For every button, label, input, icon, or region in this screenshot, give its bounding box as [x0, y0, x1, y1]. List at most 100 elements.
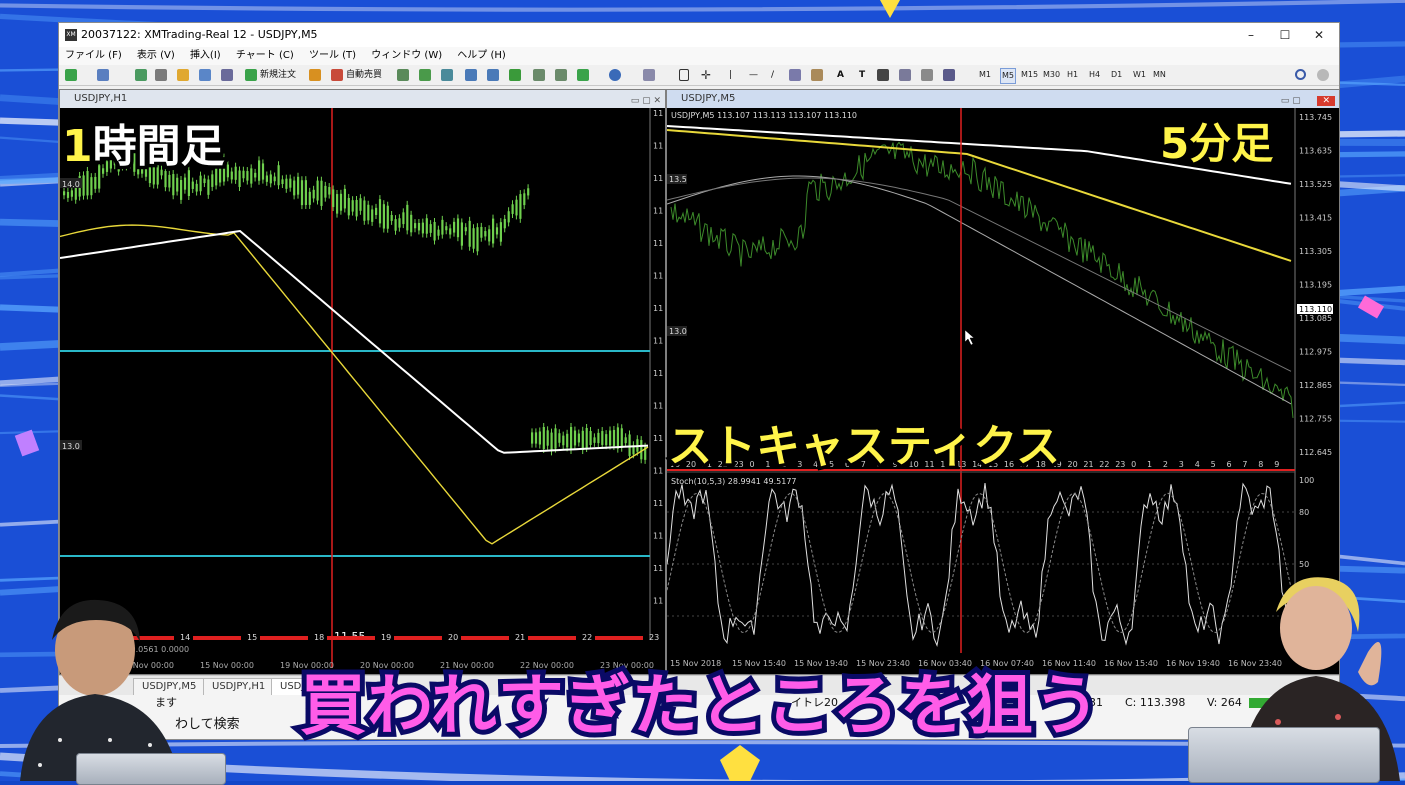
market-watch-icon[interactable]	[135, 69, 147, 81]
new-chart-icon[interactable]	[65, 69, 77, 81]
candle	[86, 170, 89, 196]
price-axis-label: 11	[653, 207, 663, 216]
price-tick: 113.525	[1299, 180, 1332, 189]
maximize-button[interactable]: ☐	[1269, 26, 1301, 44]
timeframe-m30[interactable]: M30	[1043, 68, 1060, 82]
candle	[246, 171, 249, 181]
cursor-icon[interactable]	[679, 69, 689, 81]
crosshair-icon[interactable]: ✛	[701, 69, 713, 81]
zoom-in-icon[interactable]	[465, 69, 477, 81]
hour-tick: 22	[1099, 460, 1109, 469]
status-close: C: 113.398	[1125, 696, 1186, 709]
candle	[320, 180, 323, 206]
tile-windows-icon[interactable]	[509, 69, 521, 81]
candle	[589, 431, 592, 445]
candle	[534, 432, 538, 444]
price-axis-label: 11	[653, 434, 663, 443]
candle	[507, 211, 510, 223]
timeframe-m5[interactable]: M5	[1000, 68, 1016, 84]
stochastic-label: Stoch(10,5,3) 28.9941 49.5177	[671, 477, 797, 486]
price-tick: 112.755	[1299, 415, 1332, 424]
candle	[620, 428, 623, 448]
minimize-button[interactable]: –	[1235, 26, 1267, 44]
candle	[187, 170, 190, 196]
chart-controls-m5[interactable]: ▭ ▢ ✕	[1281, 92, 1335, 106]
menu-tools[interactable]: ツール (T)	[309, 47, 356, 65]
line-chart-icon[interactable]	[441, 69, 453, 81]
candle	[472, 228, 475, 249]
indicators-icon[interactable]	[577, 69, 589, 81]
chart-close-icon[interactable]: ✕	[1317, 96, 1335, 106]
navigator-icon[interactable]	[177, 69, 189, 81]
price-axis-label: 11	[653, 142, 663, 151]
search-icon[interactable]	[1295, 69, 1306, 80]
hour-tick: 20	[1068, 460, 1078, 469]
price-axis-label: 11	[653, 402, 663, 411]
price-tick: 113.305	[1299, 247, 1332, 256]
timeframe-mn[interactable]: MN	[1153, 68, 1166, 82]
candle	[484, 231, 487, 237]
hour-tick: 8	[1258, 460, 1263, 469]
channel-tool-icon[interactable]	[789, 69, 801, 81]
chat-icon[interactable]	[1317, 69, 1329, 81]
rectangle-tool-icon[interactable]	[877, 69, 889, 81]
periods-icon[interactable]	[609, 69, 621, 81]
candle-chart-icon[interactable]	[419, 69, 431, 81]
chart-controls-h1[interactable]: ▭ ▢ ✕	[631, 92, 661, 106]
new-order-icon[interactable]	[245, 69, 257, 81]
candle	[90, 177, 93, 196]
price-axis-label: 11	[653, 467, 663, 476]
gann-tool-icon[interactable]	[899, 69, 911, 81]
auto-trade-icon[interactable]	[331, 69, 343, 81]
timeframe-m15[interactable]: M15	[1021, 68, 1038, 82]
vertical-line-tool[interactable]: |	[729, 68, 732, 82]
date-tick-bar	[528, 636, 576, 640]
candle	[433, 221, 436, 241]
timeframe-w1[interactable]: W1	[1133, 68, 1146, 82]
tester-icon[interactable]	[221, 69, 233, 81]
ohlc-readout: USDJPY,M5 113.107 113.113 113.107 113.11…	[671, 111, 857, 120]
autoscroll-icon[interactable]	[555, 69, 567, 81]
chart-title-bar-m5: USDJPY,M5 ▭ ▢ ✕	[667, 90, 1339, 108]
menu-insert[interactable]: 挿入(I)	[190, 47, 221, 65]
menu-file[interactable]: ファイル (F)	[65, 47, 122, 65]
candle	[70, 190, 73, 197]
zoom-out-icon[interactable]	[487, 69, 499, 81]
new-order-button[interactable]: 新規注文	[260, 68, 296, 82]
templates-icon[interactable]	[643, 69, 655, 81]
label-tool[interactable]: T	[859, 68, 865, 82]
menu-help[interactable]: ヘルプ (H)	[457, 47, 506, 65]
data-window-icon[interactable]	[155, 69, 167, 81]
candle	[456, 218, 460, 238]
candle	[449, 228, 452, 235]
terminal-icon[interactable]	[199, 69, 211, 81]
bar-chart-icon[interactable]	[397, 69, 409, 81]
candle	[417, 222, 421, 231]
menu-view[interactable]: 表示 (V)	[137, 47, 175, 65]
horizontal-line-tool[interactable]: —	[749, 68, 758, 82]
trendline-tool[interactable]: /	[771, 68, 774, 82]
candle	[324, 185, 327, 198]
auto-trade-button[interactable]: 自動売買	[346, 68, 382, 82]
text-tool[interactable]: A	[837, 68, 844, 82]
chart-shift-icon[interactable]	[533, 69, 545, 81]
timeframe-d1[interactable]: D1	[1111, 68, 1122, 82]
candle	[577, 433, 580, 443]
arrows-tool-icon[interactable]	[943, 69, 955, 81]
profiles-icon[interactable]	[97, 69, 109, 81]
menu-chart[interactable]: チャート (C)	[236, 47, 294, 65]
timeframe-h1[interactable]: H1	[1067, 68, 1078, 82]
shapes-tool-icon[interactable]	[921, 69, 933, 81]
tab-usdjpy-h1[interactable]: USDJPY,H1	[203, 678, 275, 696]
metaeditor-icon[interactable]	[309, 69, 321, 81]
close-button[interactable]: ✕	[1303, 26, 1335, 44]
timeframe-m1[interactable]: M1	[979, 68, 991, 82]
fibonacci-tool-icon[interactable]	[811, 69, 823, 81]
candle	[238, 170, 241, 187]
timeframe-h4[interactable]: H4	[1089, 68, 1100, 82]
menu-window[interactable]: ウィンドウ (W)	[371, 47, 442, 65]
hour-tick: 1	[1147, 460, 1152, 469]
caption-m5-text: 分足	[1186, 116, 1277, 172]
candle	[347, 197, 350, 216]
hour-tick: 4	[1195, 460, 1200, 469]
